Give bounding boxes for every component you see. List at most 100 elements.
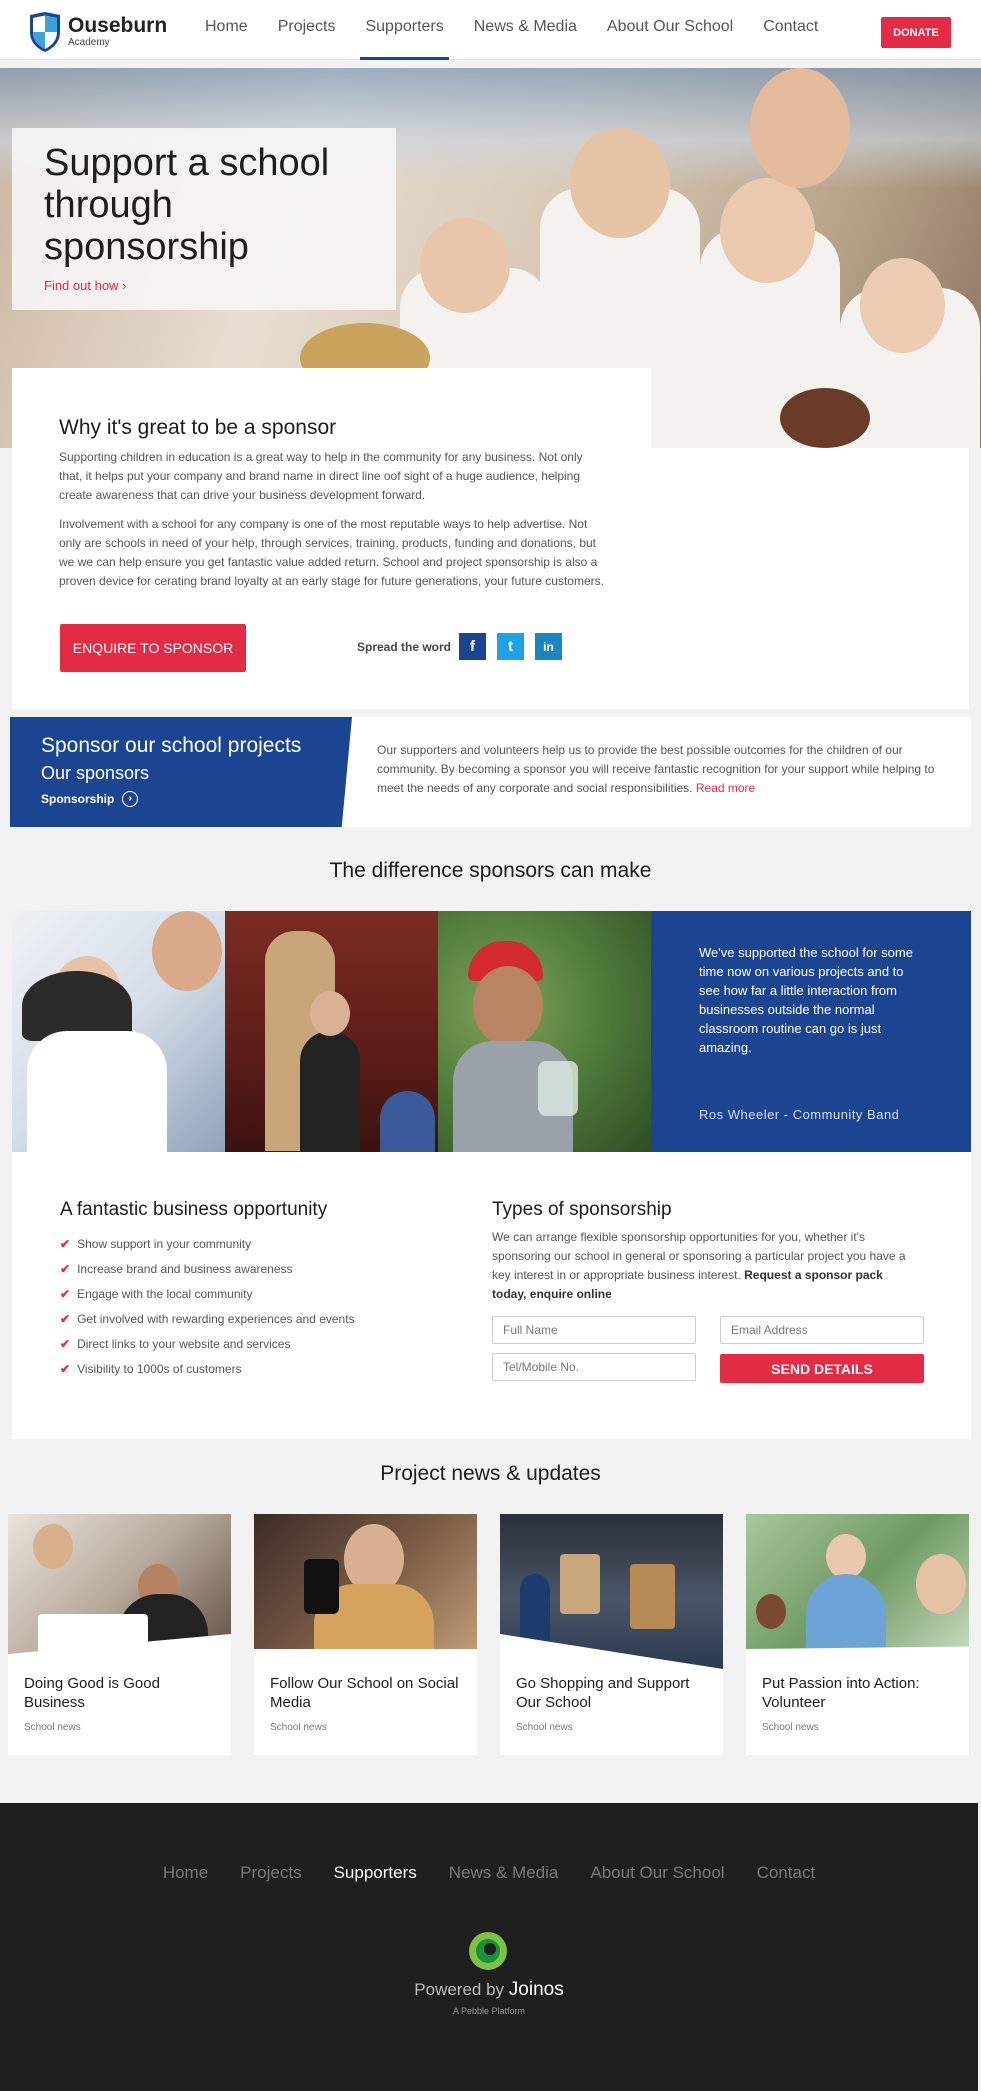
types-text: We can arrange flexible sponsorship oppo… — [492, 1230, 906, 1301]
donate-button[interactable]: DONATE — [881, 17, 951, 48]
photo-teacher — [12, 911, 225, 1152]
news-card[interactable]: Go Shopping and Support Our School Schoo… — [500, 1514, 723, 1755]
banner-subtitle: Our sponsors — [41, 763, 150, 783]
news-card[interactable]: Put Passion into Action: Volunteer Schoo… — [746, 1514, 969, 1755]
why-paragraph-2: Involvement with a school for any compan… — [59, 517, 604, 588]
linkedin-icon[interactable]: in — [535, 633, 562, 660]
check-icon: ✔ — [60, 1287, 71, 1301]
photo-figure — [380, 1091, 435, 1152]
list-item: ✔ Direct links to your website and servic… — [60, 1332, 355, 1357]
why-paragraph-1: Supporting children in education is a gr… — [59, 450, 583, 502]
joinos-logo-icon[interactable] — [467, 1930, 509, 1972]
send-details-button[interactable]: SEND DETAILS — [720, 1354, 924, 1383]
nav-news-media[interactable]: News & Media — [459, 0, 592, 60]
nav-contact[interactable]: Contact — [748, 0, 833, 60]
banner-blue-panel: Sponsor our school projects Our sponsors… — [10, 717, 352, 827]
news-card-title[interactable]: Put Passion into Action: Volunteer — [762, 1674, 957, 1712]
footer-nav-home[interactable]: Home — [147, 1863, 224, 1883]
news-bag — [560, 1554, 600, 1614]
news-face — [33, 1524, 73, 1569]
hero-face — [420, 218, 510, 313]
hero-face — [750, 68, 850, 188]
footer-nav-news-media[interactable]: News & Media — [433, 1863, 575, 1883]
why-panel-right — [651, 448, 969, 709]
news-image — [746, 1514, 969, 1669]
photo-museum — [225, 911, 438, 1152]
footer-nav-projects[interactable]: Projects — [224, 1863, 317, 1883]
testimonial-box: We've supported the school for some time… — [651, 911, 971, 1152]
list-item: ✔ Show support in your community — [60, 1232, 355, 1257]
site-header: Ouseburn Academy Home Projects Supporter… — [0, 0, 981, 60]
news-phone — [304, 1559, 339, 1614]
sponsorship-link[interactable]: Sponsorship › — [41, 791, 352, 807]
hero-toy — [780, 388, 870, 448]
pebble-platform-text: A Pebble Platform — [452, 2006, 526, 2016]
nav-home[interactable]: Home — [190, 0, 263, 60]
photo-face — [152, 911, 222, 991]
footer-nav-supporters[interactable]: Supporters — [318, 1863, 433, 1883]
business-section: A fantastic business opportunity ✔ Show s… — [12, 1152, 971, 1439]
why-sponsor-section: Why it's great to be a sponsor Supportin… — [12, 368, 651, 709]
testimonial-author: Ros Wheeler - Community Band — [699, 1107, 900, 1122]
facebook-icon[interactable]: f — [459, 633, 486, 660]
twitter-icon[interactable]: t — [497, 633, 524, 660]
news-card-title[interactable]: Follow Our School on Social Media — [270, 1674, 465, 1712]
enquire-to-sponsor-button[interactable]: ENQUIRE TO SPONSOR — [60, 624, 246, 672]
hero-card: Support a school through sponsorship Fin… — [12, 128, 396, 310]
news-card-category: School news — [24, 1722, 81, 1733]
banner-text: Our supporters and volunteers help us to… — [377, 743, 935, 795]
photo-jar — [538, 1061, 578, 1116]
site-footer: Home Projects Supporters News & Media Ab… — [0, 1803, 978, 2091]
news-face — [756, 1594, 786, 1629]
news-card-title[interactable]: Doing Good is Good Business — [24, 1674, 219, 1712]
hero-face — [720, 178, 815, 283]
footer-nav: Home Projects Supporters News & Media Ab… — [0, 1863, 978, 1883]
check-icon: ✔ — [60, 1312, 71, 1326]
main-nav: Home Projects Supporters News & Media Ab… — [190, 0, 833, 60]
news-card-category: School news — [270, 1722, 327, 1733]
list-item: ✔ Engage with the local community — [60, 1282, 355, 1307]
photo-boy-jar — [438, 911, 651, 1152]
news-card[interactable]: Doing Good is Good Business School news — [8, 1514, 231, 1755]
news-card-title[interactable]: Go Shopping and Support Our School — [516, 1674, 711, 1712]
photo-figure — [27, 1031, 167, 1152]
logo-subtitle: Academy — [68, 37, 110, 48]
news-card-category: School news — [762, 1722, 819, 1733]
news-face — [826, 1534, 866, 1579]
hero-face — [860, 258, 945, 353]
nav-supporters[interactable]: Supporters — [350, 0, 458, 60]
difference-heading: The difference sponsors can make — [329, 859, 652, 882]
list-item: ✔ Get involved with rewarding experiences… — [60, 1307, 355, 1332]
check-icon: ✔ — [60, 1262, 71, 1276]
full-name-field[interactable] — [492, 1316, 696, 1344]
hero-title: Support a school through sponsorship — [44, 142, 330, 268]
sponsor-banner: Sponsor our school projects Our sponsors… — [10, 717, 971, 827]
photo-figure — [300, 1031, 360, 1152]
hero-face — [570, 128, 670, 238]
read-more-link[interactable]: Read more — [696, 781, 755, 795]
business-heading: A fantastic business opportunity — [60, 1199, 328, 1220]
nav-about[interactable]: About Our School — [592, 0, 748, 60]
news-face — [916, 1554, 966, 1614]
why-heading: Why it's great to be a sponsor — [59, 416, 337, 439]
types-heading: Types of sponsorship — [492, 1199, 672, 1220]
powered-by-text: Powered by Joinos — [414, 1979, 564, 2000]
find-out-how-link[interactable]: Find out how › — [44, 278, 364, 293]
chevron-right-icon: › — [122, 278, 127, 293]
joinos-brand[interactable]: Joinos — [509, 1979, 564, 2000]
news-heading: Project news & updates — [380, 1462, 601, 1485]
nav-projects[interactable]: Projects — [263, 0, 351, 60]
footer-nav-contact[interactable]: Contact — [741, 1863, 832, 1883]
news-image — [254, 1514, 477, 1674]
photo-face — [310, 991, 350, 1036]
news-bag — [630, 1564, 675, 1629]
banner-title: Sponsor our school projects — [41, 734, 302, 757]
phone-field[interactable] — [492, 1353, 696, 1381]
chevron-right-circle-icon: › — [122, 791, 139, 807]
email-field[interactable] — [720, 1316, 924, 1344]
news-card-category: School news — [516, 1722, 573, 1733]
check-icon: ✔ — [60, 1337, 71, 1351]
news-card[interactable]: Follow Our School on Social Media School… — [254, 1514, 477, 1755]
site-logo[interactable]: Ouseburn Academy — [28, 12, 167, 52]
footer-nav-about[interactable]: About Our School — [574, 1863, 740, 1883]
